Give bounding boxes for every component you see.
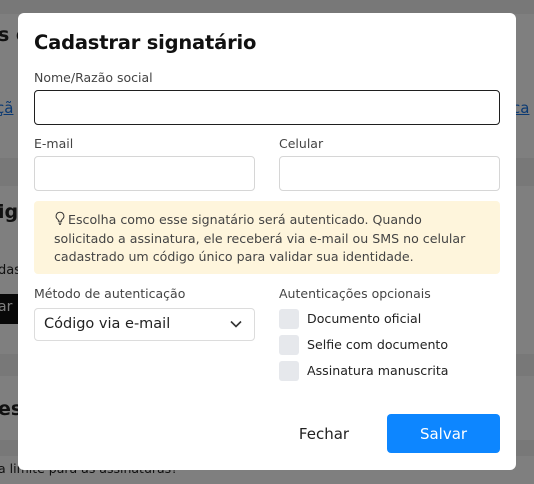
lightbulb-icon	[55, 211, 65, 225]
checkbox[interactable]	[279, 361, 299, 381]
checkbox-label: Selfie com documento	[307, 337, 449, 352]
auth-method-select[interactable]: Código via e-mail	[34, 308, 255, 341]
phone-input[interactable]	[279, 156, 500, 191]
checkbox-label: Documento oficial	[307, 311, 422, 326]
checkbox[interactable]	[279, 335, 299, 355]
checkbox[interactable]	[279, 309, 299, 329]
chevron-down-icon	[230, 320, 242, 328]
dialog-title: Cadastrar signatário	[34, 31, 257, 54]
auth-method-label: Método de autenticação	[34, 286, 186, 301]
notice-text: Escolha como esse signatário será autent…	[54, 212, 466, 264]
signer-dialog: Cadastrar signatário Nome/Razão social E…	[18, 13, 516, 470]
authentication-notice: Escolha como esse signatário será autent…	[34, 201, 500, 274]
checkbox-label: Assinatura manuscrita	[307, 363, 449, 378]
name-input[interactable]	[34, 90, 500, 125]
auth-method-value: Código via e-mail	[44, 316, 171, 332]
optional-auth-label: Autenticações opcionais	[279, 286, 431, 301]
close-button[interactable]: Fechar	[286, 414, 362, 453]
email-input[interactable]	[34, 156, 255, 191]
save-button[interactable]: Salvar	[387, 414, 500, 453]
name-label: Nome/Razão social	[34, 70, 153, 85]
email-label: E-mail	[34, 136, 74, 151]
phone-label: Celular	[279, 136, 324, 151]
